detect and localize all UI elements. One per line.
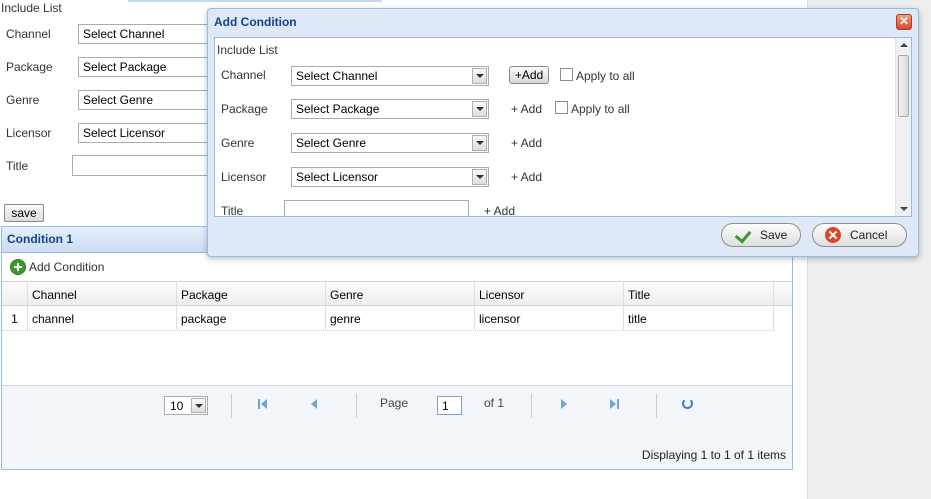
dialog-genre-label: Genre (221, 136, 255, 150)
cell-channel: channel (28, 306, 177, 330)
package-select[interactable]: Select Package (78, 57, 218, 77)
column-header-package[interactable]: Package (177, 282, 326, 305)
dialog-save-button[interactable]: Save (721, 223, 801, 247)
channel-add-button[interactable]: +Add (509, 66, 549, 84)
save-button[interactable]: save (4, 204, 44, 222)
dialog-scrollbar[interactable] (895, 38, 911, 216)
add-condition-label: Add Condition (29, 260, 105, 274)
column-header-channel[interactable]: Channel (28, 282, 177, 305)
title-add-link[interactable]: + Add (484, 204, 515, 216)
pager-separator (531, 394, 532, 418)
cell-title: title (624, 306, 774, 330)
check-icon (734, 226, 752, 244)
channel-apply-to-all-checkbox[interactable] (560, 68, 573, 81)
column-header-genre[interactable]: Genre (326, 282, 475, 305)
package-apply-to-all-label: Apply to all (571, 102, 630, 116)
dialog-cancel-button[interactable]: Cancel (812, 223, 907, 247)
cancel-icon (825, 227, 841, 243)
chevron-down-icon (472, 169, 487, 185)
title-input[interactable] (72, 155, 218, 176)
genre-label: Genre (6, 93, 40, 107)
cell-package: package (177, 306, 326, 330)
package-apply-to-all-checkbox[interactable] (555, 101, 568, 114)
dialog-save-label: Save (760, 228, 788, 242)
scroll-thumb[interactable] (898, 55, 909, 117)
cell-genre: genre (326, 306, 475, 330)
add-condition-icon (10, 259, 26, 275)
dialog-licensor-label: Licensor (221, 170, 267, 184)
dialog-title: Add Condition (214, 15, 297, 29)
dialog-package-value: Select Package (296, 102, 380, 116)
top-accent-strip (128, 0, 382, 2)
dialog-body: Include List Channel Select Channel +Add… (214, 37, 912, 217)
table-row[interactable]: 1 channel package genre licensor title (2, 306, 774, 331)
genre-select[interactable]: Select Genre (78, 90, 218, 110)
pagination-bar: 10 Page 1 of 1 Displaying 1 to 1 of 1 it… (2, 385, 792, 469)
chevron-down-icon (472, 135, 487, 151)
page-size-select[interactable]: 10 (164, 396, 208, 415)
chevron-down-icon (191, 398, 206, 413)
dialog-cancel-label: Cancel (850, 228, 888, 242)
first-page-icon[interactable] (256, 397, 270, 411)
last-page-icon[interactable] (608, 397, 622, 411)
grid-header: Channel Package Genre Licensor Title (2, 281, 792, 306)
row-number-header (2, 282, 28, 305)
licensor-add-link[interactable]: + Add (511, 170, 542, 184)
dialog-package-label: Package (221, 102, 268, 116)
dialog-package-select[interactable]: Select Package (291, 99, 489, 119)
package-label: Package (6, 60, 53, 74)
page-count: of 1 (484, 396, 505, 410)
page-number-input[interactable]: 1 (437, 396, 462, 415)
dialog-title-label: Title (221, 204, 244, 217)
channel-label: Channel (6, 27, 51, 41)
pager-separator (356, 394, 357, 418)
chevron-down-icon (472, 68, 487, 84)
prev-page-icon[interactable] (308, 397, 322, 411)
row-number: 1 (2, 306, 28, 330)
dialog-channel-label: Channel (221, 68, 266, 82)
chevron-down-icon (472, 101, 487, 117)
pager-separator (656, 394, 657, 418)
dialog-channel-value: Select Channel (296, 69, 378, 83)
licensor-select[interactable]: Select Licensor (78, 123, 218, 143)
close-icon[interactable]: ✕ (896, 14, 912, 30)
add-condition-dialog: Add Condition ✕ Include List Channel Sel… (207, 8, 919, 257)
refresh-icon[interactable] (680, 397, 694, 411)
next-page-icon[interactable] (556, 397, 570, 411)
page-size-value: 10 (170, 399, 184, 413)
dialog-genre-select[interactable]: Select Genre (291, 133, 489, 153)
title-label: Title (6, 159, 29, 173)
page-label: Page (380, 396, 409, 410)
channel-select[interactable]: Select Channel (78, 24, 218, 44)
condition-panel: Condition 1 Add Condition Channel Packag… (1, 226, 793, 470)
dialog-include-list-label: Include List (217, 43, 278, 57)
dialog-genre-value: Select Genre (296, 136, 367, 150)
package-add-link[interactable]: + Add (511, 102, 542, 116)
scroll-up-icon[interactable] (900, 43, 908, 47)
pager-separator (231, 394, 232, 418)
genre-add-link[interactable]: + Add (511, 136, 542, 150)
column-header-title[interactable]: Title (624, 282, 774, 305)
add-condition-button[interactable]: Add Condition (2, 254, 792, 282)
include-list-title: Include List (1, 1, 62, 15)
dialog-licensor-select[interactable]: Select Licensor (291, 167, 489, 187)
dialog-title-input[interactable] (284, 200, 469, 216)
scroll-down-icon[interactable] (900, 207, 908, 211)
dialog-licensor-value: Select Licensor (296, 170, 379, 184)
column-header-licensor[interactable]: Licensor (475, 282, 624, 305)
licensor-label: Licensor (6, 126, 52, 140)
cell-licensor: licensor (475, 306, 624, 330)
display-summary: Displaying 1 to 1 of 1 items (641, 448, 786, 462)
channel-apply-to-all-label: Apply to all (576, 69, 635, 83)
dialog-channel-select[interactable]: Select Channel (291, 66, 489, 86)
